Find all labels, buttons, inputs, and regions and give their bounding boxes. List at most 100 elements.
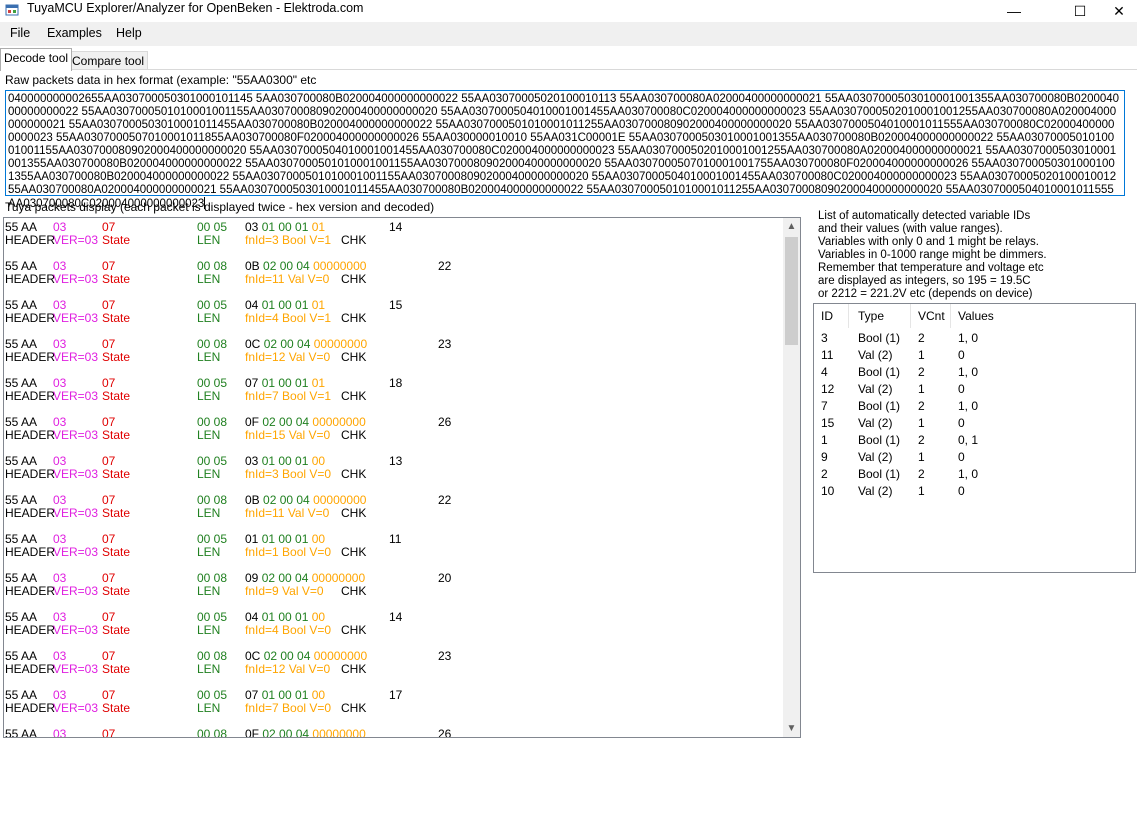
packet-decoded-h2: HEADER	[5, 389, 56, 403]
minimize-button[interactable]: —	[991, 0, 1037, 22]
maximize-icon: ☐	[1073, 2, 1087, 19]
tab-decode-tool[interactable]: Decode tool	[0, 48, 73, 71]
info-line: Remember that temperature and voltage et…	[818, 262, 1044, 274]
column-header-type[interactable]: Type	[851, 304, 911, 328]
packet-payload: 0F 02 00 04 00000000	[245, 727, 366, 738]
packet-decoded-s2: State	[102, 545, 131, 559]
variable-values: 0	[958, 348, 965, 362]
variable-id: 15	[821, 416, 835, 430]
packet-payload: 04 01 00 01 00	[245, 610, 325, 624]
variable-row[interactable]: 11 Val (2) 1 0	[814, 348, 1135, 365]
packet-checksum: 15	[389, 298, 403, 312]
variable-row[interactable]: 12 Val (2) 1 0	[814, 382, 1135, 399]
packet-decoded-v2: VER=03	[53, 584, 99, 598]
packet-decoded-k2: CHK	[341, 467, 367, 481]
packet-hex-len: 00 05	[197, 376, 228, 390]
packet-payload-d2: 02 00 04	[262, 727, 313, 738]
packet-decoded-k2: CHK	[341, 506, 367, 520]
packet-row: 55 AA 03 07 00 05 03 01 00 01 00 13 HEADER VER=…	[4, 454, 784, 481]
raw-packets-label: Raw packets data in hex format (example:…	[5, 73, 317, 87]
raw-hex-input[interactable]: 040000000002655AA030700050301000101145 5…	[5, 90, 1125, 210]
packet-payload-d3: 00000000	[313, 493, 367, 507]
packet-decoded-l2: LEN	[197, 311, 221, 325]
packet-payload-d3: 00000000	[312, 415, 366, 429]
close-button[interactable]: ✕	[1101, 0, 1137, 22]
packet-decoded-h2: HEADER	[5, 311, 56, 325]
packet-hex-ver: 03	[53, 220, 67, 234]
variable-vcnt: 2	[918, 365, 925, 379]
chevron-up-icon[interactable]: ▲	[783, 218, 800, 235]
packet-payload-d2: 01 00 01	[261, 376, 312, 390]
tab-compare-tool[interactable]: Compare tool	[68, 51, 149, 70]
packet-decoded-dec: fnId=12 Val V=0	[245, 662, 331, 676]
packets-display-label: Tuya packets display (each packet is dis…	[5, 200, 435, 214]
variables-info-text: List of automatically detected variable …	[818, 210, 1128, 301]
packet-decoded-h2: HEADER	[5, 545, 56, 559]
column-header-values[interactable]: Values	[951, 304, 1135, 328]
packet-hex-cmd: 07	[102, 532, 116, 546]
packet-decoded-k2: CHK	[341, 662, 367, 676]
menu-help[interactable]: Help	[116, 26, 142, 40]
variables-table[interactable]: ID Type VCnt Values 3 Bool (1) 2 1, 0 11 Val …	[813, 303, 1136, 573]
packet-decoded-dec: fnId=15 Val V=0	[245, 428, 331, 442]
packet-decoded-v2: VER=03	[53, 545, 99, 559]
window-title: TuyaMCU Explorer/Analyzer for OpenBeken …	[27, 1, 364, 15]
packet-decoded-dec: fnId=7 Bool V=0	[245, 701, 332, 715]
packet-payload-d2: 02 00 04	[261, 571, 312, 585]
packet-payload-d3: 01	[311, 376, 326, 390]
menu-examples[interactable]: Examples	[47, 26, 102, 40]
menu-file[interactable]: File	[10, 26, 30, 40]
packet-checksum: 18	[389, 376, 403, 390]
packet-decoded-s2: State	[102, 623, 131, 637]
column-header-id[interactable]: ID	[814, 304, 849, 328]
variable-values: 1, 0	[958, 467, 979, 481]
variable-row[interactable]: 1 Bool (1) 2 0, 1	[814, 433, 1135, 450]
packet-decoded-h2: HEADER	[5, 467, 56, 481]
variable-row[interactable]: 9 Val (2) 1 0	[814, 450, 1135, 467]
packet-decoded-v2: VER=03	[53, 467, 99, 481]
packet-decoded-l2: LEN	[197, 428, 221, 442]
variable-row[interactable]: 7 Bool (1) 2 1, 0	[814, 399, 1135, 416]
variable-row[interactable]: 3 Bool (1) 2 1, 0	[814, 331, 1135, 348]
packet-payload-d2: 01 00 01	[261, 220, 312, 234]
variable-values: 0	[958, 416, 965, 430]
scrollbar-thumb[interactable]	[785, 237, 798, 345]
packet-payload-d2: 02 00 04	[262, 415, 313, 429]
packet-decoded-s2: State	[102, 233, 131, 247]
packet-decoded-dec: fnId=9 Val V=0	[245, 584, 324, 598]
variable-row[interactable]: 15 Val (2) 1 0	[814, 416, 1135, 433]
packet-row: 55 AA 03 07 00 08 09 02 00 04 00000000 20 HEAD…	[4, 571, 784, 598]
packet-row: 55 AA 03 07 00 05 07 01 00 01 01 18 HEADER VER=…	[4, 376, 784, 403]
column-header-vcnt[interactable]: VCnt	[911, 304, 951, 328]
packet-decoded-dec: fnId=3 Bool V=0	[245, 467, 332, 481]
variable-row[interactable]: 10 Val (2) 1 0	[814, 484, 1135, 501]
packets-display[interactable]: 55 AA 03 07 00 05 03 01 00 01 01 14 HEADER VER=…	[3, 217, 801, 738]
info-line: or 2212 = 221.2V etc (depends on device)	[818, 288, 1033, 300]
variable-vcnt: 2	[918, 467, 925, 481]
packet-row: 55 AA 03 07 00 05 01 01 00 01 00 11 HEADER VER=…	[4, 532, 784, 559]
vertical-scrollbar[interactable]: ▲ ▼	[783, 218, 800, 737]
packet-hex-head: 55 AA	[5, 532, 38, 546]
variable-row[interactable]: 2 Bool (1) 2 1, 0	[814, 467, 1135, 484]
packet-hex-cmd: 07	[102, 415, 116, 429]
packet-payload-d1: 0B	[245, 259, 264, 273]
packet-decoded-h2: HEADER	[5, 662, 56, 676]
info-line: List of automatically detected variable …	[818, 210, 1031, 222]
variable-vcnt: 1	[918, 450, 925, 464]
maximize-button[interactable]: ☐	[1057, 0, 1103, 22]
variable-row[interactable]: 4 Bool (1) 2 1, 0	[814, 365, 1135, 382]
variable-id: 11	[821, 348, 834, 362]
chevron-down-icon[interactable]: ▼	[783, 720, 800, 737]
packet-decoded-s2: State	[102, 506, 131, 520]
packet-checksum: 14	[389, 220, 403, 234]
packet-payload-d1: 0C	[245, 337, 264, 351]
variable-vcnt: 1	[918, 416, 925, 430]
packet-payload: 0C 02 00 04 00000000	[245, 337, 367, 351]
packet-payload: 0B 02 00 04 00000000	[245, 259, 366, 273]
variable-type: Val (2)	[858, 484, 893, 498]
packet-decoded-h2: HEADER	[5, 272, 56, 286]
packet-hex-head: 55 AA	[5, 415, 38, 429]
variable-type: Bool (1)	[858, 433, 901, 447]
variable-type: Val (2)	[858, 416, 893, 430]
packet-decoded-h2: HEADER	[5, 701, 56, 715]
